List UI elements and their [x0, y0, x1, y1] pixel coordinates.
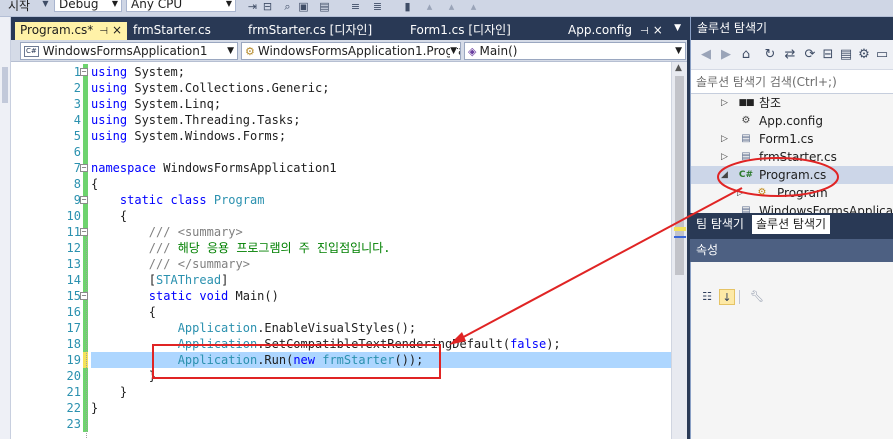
annotation-arrow-head	[449, 332, 466, 345]
annotation-arrow	[449, 157, 839, 345]
annotation-arrow-line	[455, 187, 743, 342]
